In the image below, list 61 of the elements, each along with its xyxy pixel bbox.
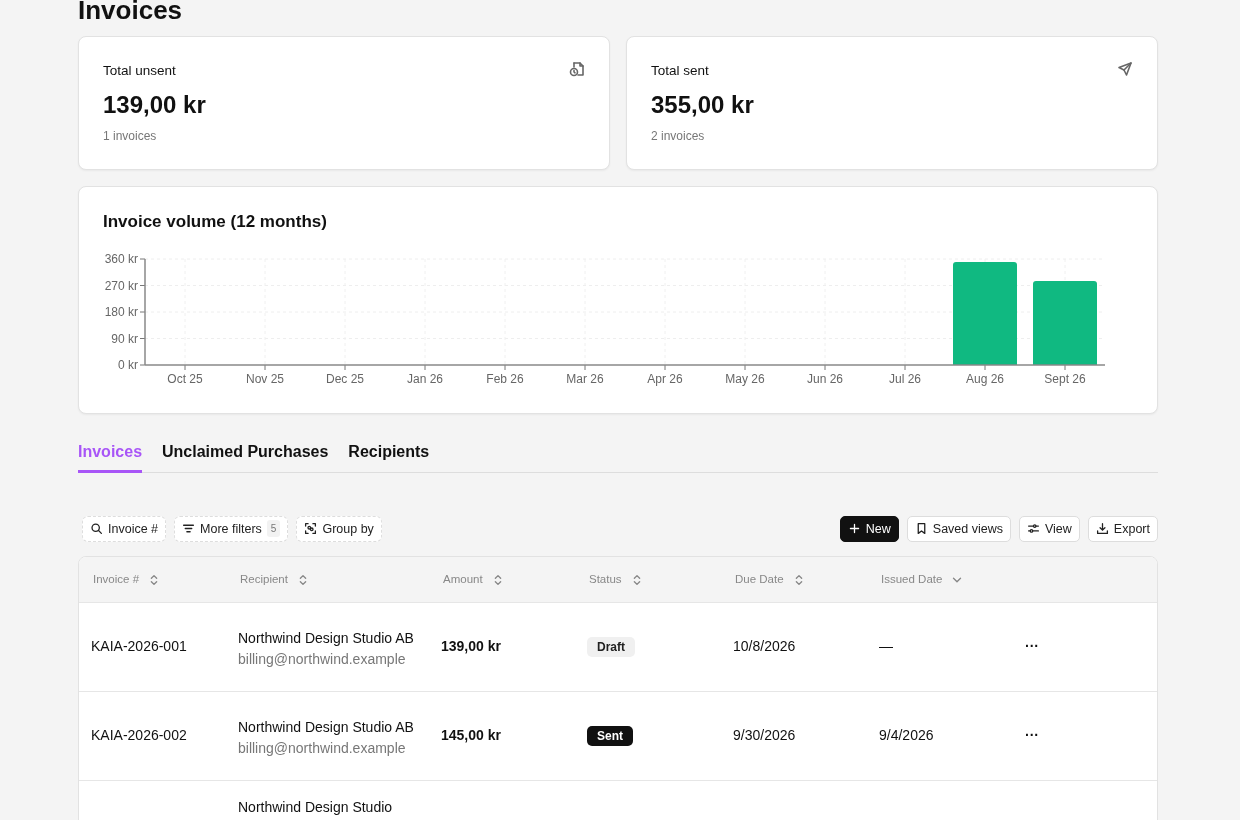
status-badge: Draft <box>587 637 635 658</box>
due-date: 10/8/2026 <box>733 638 796 655</box>
send-icon <box>1117 60 1133 77</box>
filter-button[interactable]: More filters 5 <box>174 515 289 543</box>
search-icon <box>90 522 103 536</box>
x-tick-label: Jul 26 <box>889 371 921 386</box>
x-tick-label: Dec 25 <box>326 371 364 386</box>
x-tick-label: Jun 26 <box>807 371 843 386</box>
tab[interactable]: Unclaimed Purchases <box>162 439 329 473</box>
plus-icon <box>847 522 861 536</box>
due-date: 9/30/2026 <box>733 727 796 744</box>
y-tick-label: 180 kr <box>104 304 138 319</box>
file-clock-icon <box>569 60 585 77</box>
x-tick-label: Oct 25 <box>167 371 203 386</box>
x-tick-label: Feb 26 <box>486 371 524 386</box>
amount-value: 139,00 kr <box>103 90 207 121</box>
amount-value: 355,00 kr <box>651 90 755 121</box>
x-tick-label: Nov 25 <box>246 371 284 386</box>
action-button[interactable]: Export <box>1087 515 1158 543</box>
card-title: Total unsent <box>103 61 176 80</box>
x-tick-label: May 26 <box>725 371 765 386</box>
tab[interactable]: Invoices <box>78 439 143 473</box>
invoice-count: 2 invoices <box>651 128 706 146</box>
x-tick-label: Jan 26 <box>407 371 443 386</box>
x-tick-label: Mar 26 <box>566 371 604 386</box>
invoice-number: KAIA-2026-002 <box>91 727 187 744</box>
x-tick-label: Apr 26 <box>647 371 683 386</box>
page-title: Invoices <box>78 0 184 27</box>
more-menu[interactable]: ··· <box>1025 727 1039 744</box>
recipient-email: billing@northwind.example <box>238 738 407 758</box>
recipient-email: billing@northwind.example <box>238 649 407 669</box>
new-button[interactable]: New <box>839 515 899 543</box>
y-tick-label: 0 kr <box>118 357 138 372</box>
issued-date: 9/4/2026 <box>879 727 934 744</box>
y-tick-label: 90 kr <box>111 331 138 346</box>
y-tick-label: 270 kr <box>104 278 138 293</box>
recipient-name: Northwind Design Studio AB <box>238 717 415 737</box>
amount-cell: 139,00 kr <box>441 638 501 655</box>
action-button[interactable]: Saved views <box>906 515 1011 543</box>
action-button[interactable]: View <box>1019 515 1080 543</box>
sliders-icon <box>1027 522 1040 536</box>
filter-button[interactable]: Invoice # <box>82 515 167 543</box>
group-icon <box>304 522 318 536</box>
recipient-name: Northwind Design Studio <box>238 797 394 817</box>
filter-count: 5 <box>266 520 281 538</box>
invoice-number: KAIA-2026-001 <box>91 638 187 655</box>
column-header[interactable]: Invoice # <box>93 570 162 589</box>
amount-cell: 145,00 kr <box>441 727 501 744</box>
x-tick-label: Aug 26 <box>966 371 1004 386</box>
more-menu[interactable]: ··· <box>1025 638 1039 655</box>
status-badge: Sent <box>587 726 633 747</box>
recipient-name: Northwind Design Studio AB <box>238 628 415 648</box>
invoice-count: 1 invoices <box>103 128 158 146</box>
chart-title: Invoice volume (12 months) <box>103 211 328 234</box>
y-tick-label: 360 kr <box>104 251 138 266</box>
x-tick-label: Sept 26 <box>1044 371 1086 386</box>
download-icon <box>1095 522 1109 536</box>
tab[interactable]: Recipients <box>348 439 430 473</box>
filter-button[interactable]: Group by <box>296 515 382 543</box>
card-title: Total sent <box>651 61 709 80</box>
issued-date: — <box>879 638 893 655</box>
